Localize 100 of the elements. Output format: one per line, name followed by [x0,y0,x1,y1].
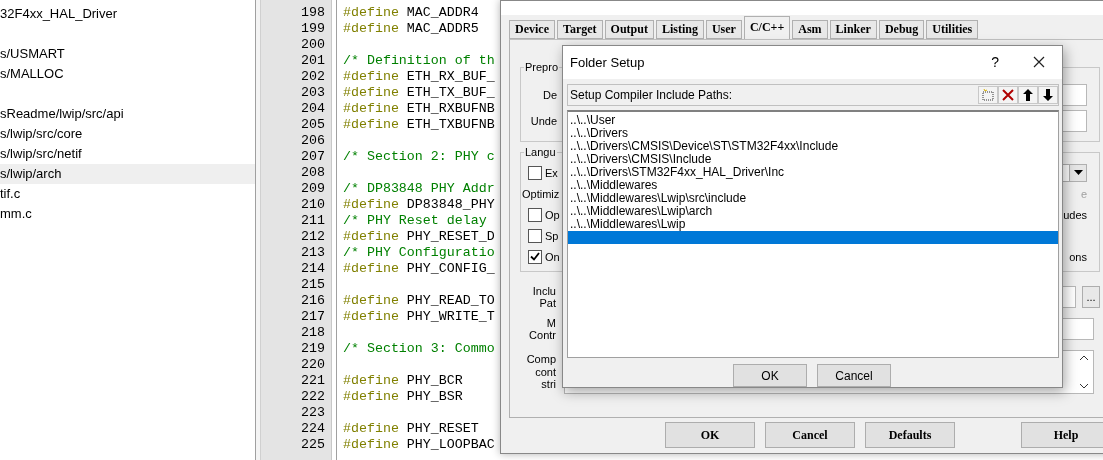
code-line: /* Definition of th [343,53,496,69]
close-icon[interactable] [1033,56,1045,69]
path-item[interactable]: ..\..\User [568,113,1058,127]
dialog-button[interactable]: OK [665,422,755,448]
tree-item[interactable]: s/lwip/arch [0,164,255,184]
path-item[interactable]: ..\..\Drivers\CMSIS\Include [568,152,1058,166]
checkbox[interactable] [528,249,542,264]
header-label: Setup Compiler Include Paths: [570,87,733,102]
code-line: #define PHY_READ_TO [343,293,496,309]
line-number: 203 [300,85,326,101]
delete-button[interactable] [998,85,1018,104]
browse-button[interactable]: ... [1082,286,1100,308]
tab[interactable]: User [705,20,742,39]
path-item[interactable]: ..\..\Middlewares [568,178,1058,192]
code-line: #define PHY_RESET_D [343,229,496,245]
line-number: 208 [300,165,326,181]
scroll-up-icon[interactable] [1079,355,1089,361]
tree-item[interactable]: s/lwip/src/netif [0,144,255,164]
code-line: #define PHY_WRITE_T [343,309,496,325]
tree-item[interactable]: s/USMART [0,24,255,64]
new-path-row[interactable] [568,230,1058,244]
tab[interactable]: Target [557,20,603,39]
tab[interactable]: C/C++ [743,16,791,39]
tab[interactable]: Debug [878,20,925,39]
group-legend: Prepro [524,60,560,74]
field-label: cont [535,365,556,379]
checkbox-label: Op [545,208,560,221]
line-number: 201 [300,53,326,69]
scroll-down-icon[interactable] [1079,383,1089,389]
line-number: 220 [300,357,326,373]
code-line: #define ETH_RXBUFNB [343,101,496,117]
field-label: Comp [526,353,556,366]
code-line: #define ETH_TX_BUF_ [343,85,496,101]
tab[interactable]: Utilities [926,20,979,39]
field-label: Pat [539,297,556,310]
line-number: 200 [300,37,326,53]
tree-item[interactable]: mm.c [0,204,255,224]
new-folder-button[interactable] [978,85,998,104]
code-line: #define MAC_ADDR4 [343,5,480,21]
code-line: #define PHY_RESET [343,421,480,437]
line-number: 202 [300,69,326,85]
option-label: ons [1069,250,1087,263]
tree-item[interactable]: tif.c [0,184,255,204]
tab[interactable]: Device [509,20,555,39]
code-line: /* PHY Configuratio [343,245,496,261]
line-number: 210 [300,197,326,213]
line-number: 215 [300,277,326,293]
line-number: 218 [300,325,326,341]
line-number: 211 [300,213,326,229]
line-number: 214 [300,261,326,277]
code-line: #define ETH_TXBUFNB [343,117,496,133]
checkbox[interactable] [528,207,542,222]
tree-item[interactable]: s/MALLOC [0,64,255,84]
tab[interactable]: Listing [655,20,704,39]
line-number: 224 [300,421,326,437]
path-item[interactable]: ..\..\Middlewares\Lwip [568,217,1058,231]
move-up-button[interactable] [1018,85,1038,104]
path-item[interactable]: ..\..\Drivers [568,126,1058,140]
tab[interactable]: Output [604,20,654,39]
line-number: 212 [300,229,326,245]
tree-item[interactable]: 32F4xx_HAL_Driver [0,4,255,24]
line-number: 206 [300,133,326,149]
line-number: 209 [300,181,326,197]
line-number: 205 [300,117,326,133]
path-item[interactable]: ..\..\Drivers\CMSIS\Device\ST\STM32F4xx\Include [568,139,1058,153]
option-label: Optimiz [522,187,560,200]
line-number: 225 [300,437,326,453]
line-number: 204 [300,101,326,117]
code-line: /* Section 2: PHY c [343,149,496,165]
path-item[interactable]: ..\..\Drivers\STM32F4xx_HAL_Driver\Inc [568,165,1058,179]
code-line: #define MAC_ADDR5 [343,21,480,37]
line-number: 223 [300,405,326,421]
path-item[interactable]: ..\..\Middlewares\Lwip\arch [568,204,1058,218]
dropdown-arrow-icon [1073,170,1083,175]
line-number: 217 [300,309,326,325]
checkbox-label: Ex [545,166,558,179]
checkbox[interactable] [528,165,542,180]
tree-item[interactable]: sReadme/lwip/src/api [0,84,255,124]
dialog-button[interactable]: Help [1021,422,1103,448]
dialog-button[interactable]: OK [733,364,807,387]
dialog-button[interactable]: Cancel [765,422,855,448]
checkbox[interactable] [528,228,542,243]
field-label: Contr [529,329,556,342]
path-item[interactable]: ..\..\Middlewares\Lwip\src\include [568,191,1058,205]
line-number: 221 [300,373,326,389]
down-arrow-icon [1043,88,1053,101]
code-line: #define PHY_LOOPBAC [343,437,496,453]
line-number: 213 [300,245,326,261]
checkbox-label: On [545,250,560,263]
move-down-button[interactable] [1038,85,1058,104]
help-button[interactable]: ? [991,54,999,71]
line-number: 222 [300,389,326,405]
delete-icon [1002,88,1014,101]
dialog-button[interactable]: Cancel [817,364,891,387]
tree-item[interactable]: s/lwip/src/core [0,124,255,144]
tab[interactable]: Asm [792,20,828,39]
line-number: 199 [300,21,326,37]
code-line: #define ETH_RX_BUF_ [343,69,496,85]
dialog-button[interactable]: Defaults [865,422,955,448]
tab[interactable]: Linker [829,20,877,39]
